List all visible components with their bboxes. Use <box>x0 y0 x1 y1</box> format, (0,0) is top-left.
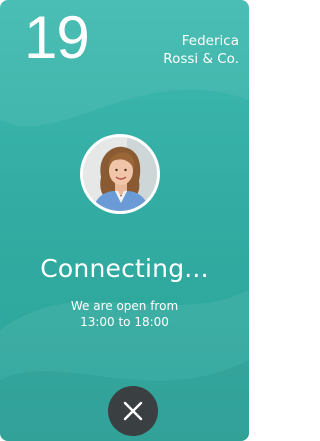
day-number: 19 <box>24 4 90 71</box>
call-screen: 19 Federica Rossi & Co. Connecting... We… <box>0 0 249 441</box>
opening-hours: We are open from 13:00 to 18:00 <box>0 298 249 330</box>
company-name-line1: Federica <box>181 33 239 49</box>
hang-up-button[interactable] <box>108 386 158 436</box>
opening-hours-line1: We are open from <box>70 299 179 313</box>
company-name: Federica Rossi & Co. <box>119 32 239 68</box>
company-name-line2: Rossi & Co. <box>163 51 239 67</box>
close-icon <box>123 401 143 421</box>
avatar <box>80 134 160 214</box>
opening-hours-line2: 13:00 to 18:00 <box>80 315 169 329</box>
person-photo-icon <box>83 137 157 211</box>
connecting-status: Connecting... <box>40 254 209 283</box>
